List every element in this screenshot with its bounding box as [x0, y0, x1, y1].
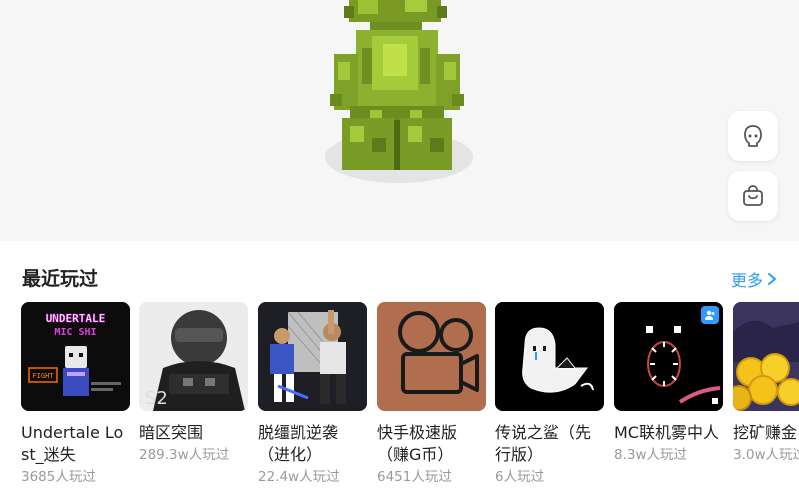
game-card[interactable]: S2 暗区突围 289.3w人玩过 [139, 302, 248, 465]
game-card[interactable]: 快手极速版（赚G币） 6451人玩过 [377, 302, 486, 487]
svg-text:MIC SHI: MIC SHI [54, 327, 96, 338]
game-card[interactable]: 挖矿赚金 3.0w人玩过 [733, 302, 799, 465]
game-name: 脱缰凯逆袭（进化） [258, 423, 339, 464]
game-thumbnail [614, 302, 723, 411]
avatar-icon [744, 125, 762, 147]
users-icon [705, 310, 715, 320]
game-name: 快手极速版（赚G币） [377, 423, 458, 464]
play-count: 289.3w人玩过 [139, 447, 230, 463]
ghost-shark-icon [495, 302, 604, 411]
game-thumbnail [733, 302, 799, 411]
soldier-icon: S2 [139, 302, 248, 411]
chevron-right-icon [768, 273, 777, 285]
fighters-icon [258, 302, 367, 411]
game-thumbnail [258, 302, 367, 411]
play-count: 3685人玩过 [21, 469, 96, 485]
more-link[interactable]: 更多 [731, 267, 778, 291]
game-card[interactable]: 脱缰凯逆袭（进化） 22.4w人玩过 [258, 302, 367, 487]
undertale-icon: UNDERTALE MIC SHI FIGHT [21, 302, 130, 411]
play-count: 8.3w人玩过 [614, 447, 688, 463]
character-preview [0, 0, 799, 241]
shop-button[interactable] [728, 171, 778, 221]
game-name: 挖矿赚金 [733, 423, 798, 442]
game-name: Undertale Lost_迷失 [21, 423, 124, 464]
svg-text:UNDERTALE: UNDERTALE [46, 312, 106, 325]
recent-played-section: 最近玩过 更多 UNDERTALE MIC SHI FIGHT Undertal… [0, 241, 799, 500]
game-thumbnail: UNDERTALE MIC SHI FIGHT [21, 302, 130, 411]
section-title: 最近玩过 [22, 268, 99, 290]
svg-text:S2: S2 [145, 388, 168, 409]
game-thumbnail [495, 302, 604, 411]
play-count: 6451人玩过 [377, 469, 452, 485]
game-card[interactable]: MC联机雾中人 8.3w人玩过 [614, 302, 723, 465]
play-count: 22.4w人玩过 [258, 469, 340, 485]
game-name: MC联机雾中人 [614, 423, 719, 442]
game-thumbnail [377, 302, 486, 411]
game-card[interactable]: 传说之鲨（先行版） 6人玩过 [495, 302, 604, 487]
multiplayer-badge [701, 306, 719, 324]
game-thumbnail: S2 [139, 302, 248, 411]
pixel-character-icon [325, 0, 473, 183]
game-name: 传说之鲨（先行版） [495, 423, 592, 464]
game-name: 暗区突围 [139, 423, 204, 442]
play-count: 6人玩过 [495, 469, 545, 485]
shopping-bag-icon [743, 185, 763, 206]
camera-icon [377, 302, 486, 411]
more-label: 更多 [731, 271, 764, 290]
gold-coins-icon [733, 302, 799, 411]
svg-text:FIGHT: FIGHT [32, 372, 54, 380]
avatar-button[interactable] [728, 111, 778, 161]
play-count: 3.0w人玩过 [733, 447, 799, 463]
game-card[interactable]: UNDERTALE MIC SHI FIGHT Undertale Lost_迷… [21, 302, 130, 487]
